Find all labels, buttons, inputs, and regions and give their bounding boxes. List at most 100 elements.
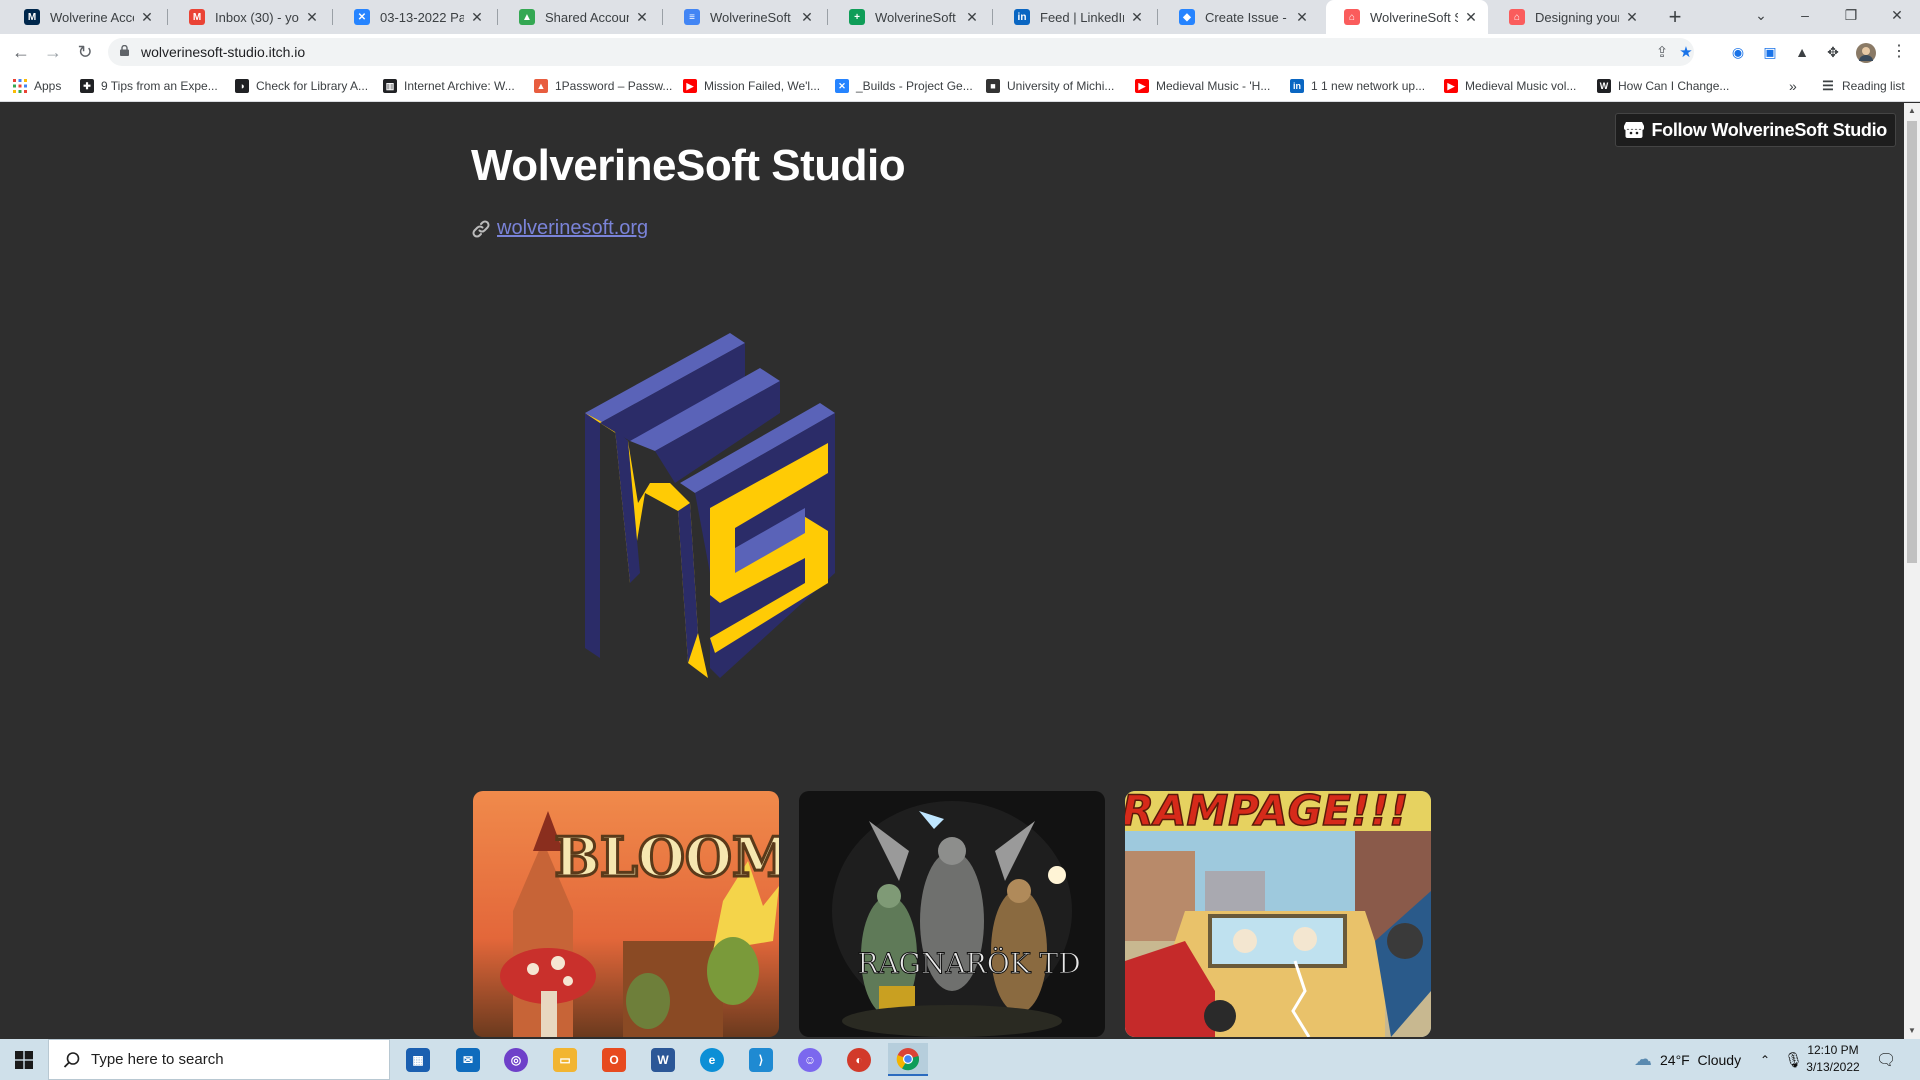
bookmark-item[interactable]: in 1 1 new network up... — [1290, 76, 1425, 96]
wolverinesoft-logo — [585, 333, 835, 678]
tab-close-icon[interactable]: ✕ — [1623, 9, 1641, 26]
weather-text: 24°F Cloudy — [1660, 1051, 1742, 1068]
maximize-button[interactable]: ❐ — [1828, 0, 1874, 30]
taskbar-vscode[interactable]: ⟩ — [741, 1043, 781, 1076]
bookmark-star-icon[interactable]: ★ — [1677, 44, 1695, 62]
page-scrollbar[interactable]: ▲ ▼ — [1904, 103, 1920, 1039]
bookmark-item[interactable]: ▶ Mission Failed, We'l... — [683, 76, 820, 96]
screenshot-extension-icon[interactable]: ▣ — [1761, 43, 1779, 61]
reload-button[interactable]: ↻ — [71, 38, 99, 66]
bookmark-item[interactable]: ✕ _Builds - Project Ge... — [835, 76, 973, 96]
taskbar-discord[interactable]: ☺ — [790, 1043, 830, 1076]
extension-icon[interactable]: ◉ — [1729, 43, 1747, 61]
reading-list-icon: ☰ — [1822, 78, 1834, 93]
scroll-down-arrow-icon[interactable]: ▼ — [1904, 1023, 1920, 1039]
clock-date: 3/13/2022 — [1806, 1060, 1860, 1074]
address-bar[interactable]: wolverinesoft-studio.itch.io ⇪ ★ — [108, 38, 1694, 66]
browser-tab[interactable]: ≡ WolverineSoft - En✕ — [666, 0, 824, 34]
bookmark-item[interactable]: ▶ Medieval Music vol... — [1444, 76, 1576, 96]
discord-icon: ☺ — [798, 1047, 822, 1072]
reading-list-button[interactable]: ☰ Reading list — [1821, 76, 1905, 96]
follow-studio-button[interactable]: Follow WolverineSoft Studio — [1615, 113, 1896, 147]
taskbar-chrome[interactable] — [888, 1043, 928, 1076]
extensions-puzzle-icon[interactable]: ✥ — [1824, 43, 1842, 61]
browser-tab[interactable]: + WolverineSoft Stud✕ — [831, 0, 989, 34]
tab-close-icon[interactable]: ✕ — [1128, 9, 1146, 26]
notifications-icon[interactable]: 🗨 — [1876, 1039, 1896, 1080]
taskbar-search-box[interactable]: Type here to search — [48, 1039, 390, 1080]
tab-close-icon[interactable]: ✕ — [633, 9, 651, 26]
tab-separator — [497, 9, 498, 25]
bookmark-item[interactable]: ◑ Check for Library A... — [235, 76, 368, 96]
browser-tab[interactable]: in Feed | LinkedIn ✕ — [996, 0, 1154, 34]
bookmark-favicon-icon: W — [1597, 79, 1611, 93]
forward-button[interactable]: → — [39, 38, 67, 66]
scroll-up-arrow-icon[interactable]: ▲ — [1904, 103, 1920, 119]
taskbar-office[interactable]: O — [594, 1043, 634, 1076]
game-card-ragnarok-td[interactable]: RAGNARÖK TD — [799, 791, 1105, 1037]
studio-title: WolverineSoft Studio — [471, 141, 906, 190]
bookmarks-overflow-button[interactable]: » — [1789, 76, 1797, 96]
browser-tab[interactable]: ⌂ Designing your pa✕ — [1491, 0, 1649, 34]
minimize-button[interactable]: – — [1782, 0, 1828, 30]
bookmark-item[interactable]: ▶ Medieval Music - 'H... — [1135, 76, 1270, 96]
browser-tab[interactable]: ▲ Shared Accounts -✕ — [501, 0, 659, 34]
browser-tab[interactable]: ✕03-13-2022 Paul Yo✕ — [336, 0, 494, 34]
taskbar-clock[interactable]: 12:10 PM 3/13/2022 — [1790, 1042, 1876, 1076]
bookmark-item[interactable]: ▲ 1Password – Passw... — [534, 76, 672, 96]
taskbar-github-desktop[interactable]: ◎ — [496, 1043, 536, 1076]
bookmark-label: How Can I Change... — [1618, 79, 1730, 93]
taskbar-perforce[interactable]: ◐ — [839, 1043, 879, 1076]
tab-title: WolverineSoft Stud — [875, 9, 959, 25]
scrollbar-thumb[interactable] — [1907, 121, 1917, 563]
back-button[interactable]: ← — [7, 38, 35, 66]
taskbar-file-explorer[interactable]: ▭ — [545, 1043, 585, 1076]
new-tab-button[interactable]: + — [1660, 2, 1690, 32]
game-card-bloom[interactable]: BLOOM — [473, 791, 779, 1037]
tab-close-icon[interactable]: ✕ — [798, 9, 816, 26]
rampage-cover-art: RAMPAGE!!! — [1125, 791, 1431, 1037]
browser-tab[interactable]: M Wolverine Access -✕ — [6, 0, 164, 34]
bookmark-label: University of Michi... — [1007, 79, 1115, 93]
bookmark-apps[interactable]: Apps — [13, 76, 61, 96]
tray-overflow-chevron-icon[interactable]: ⌃ — [1760, 1039, 1770, 1080]
bookmark-item[interactable]: ▥ Internet Archive: W... — [383, 76, 515, 96]
tab-close-icon[interactable]: ✕ — [138, 9, 156, 26]
bookmark-item[interactable]: W How Can I Change... — [1597, 76, 1729, 96]
browser-tab-strip: MWolverine Access -✕MInbox (30) - young✕… — [0, 0, 1920, 34]
browser-tab[interactable]: ⌂ WolverineSoft Stud✕ — [1326, 0, 1488, 34]
itch-studio-page: Follow WolverineSoft Studio WolverineSof… — [0, 103, 1904, 1039]
tab-close-icon[interactable]: ✕ — [1293, 9, 1311, 26]
tab-search-icon[interactable]: ⌄ — [1738, 0, 1784, 30]
weather-widget[interactable]: ☁ 24°F Cloudy — [1634, 1039, 1741, 1080]
store-icon: ▦ — [406, 1047, 430, 1072]
browser-tab[interactable]: ◆ Create Issue - Jira✕ — [1161, 0, 1319, 34]
share-icon[interactable]: ⇪ — [1653, 44, 1671, 62]
bookmark-item[interactable]: ■ University of Michi... — [986, 76, 1114, 96]
game-card-rampage[interactable]: RAMPAGE!!! — [1125, 791, 1431, 1037]
profile-avatar[interactable] — [1856, 43, 1876, 63]
bookmark-label: Internet Archive: W... — [404, 79, 515, 93]
bookmark-favicon-icon: ▲ — [534, 79, 548, 93]
taskbar-mail[interactable]: ✉ — [448, 1043, 488, 1076]
browser-tab[interactable]: M Inbox (30) - young✕ — [171, 0, 329, 34]
close-window-button[interactable]: ✕ — [1874, 0, 1920, 30]
menu-kebab-icon[interactable]: ⋮ — [1890, 43, 1908, 61]
tab-separator — [992, 9, 993, 25]
tab-close-icon[interactable]: ✕ — [468, 9, 486, 26]
windows-start-button[interactable] — [0, 1039, 48, 1080]
tab-favicon-icon: + — [849, 9, 865, 25]
bookmark-item[interactable]: ✚ 9 Tips from an Expe... — [80, 76, 218, 96]
taskbar-word[interactable]: W — [643, 1043, 683, 1076]
vpn-extension-icon[interactable]: ▲ — [1793, 43, 1811, 61]
tab-close-icon[interactable]: ✕ — [303, 9, 321, 26]
taskbar-microsoft-store[interactable]: ▦ — [398, 1043, 438, 1076]
perforce-icon: ◐ — [847, 1047, 871, 1072]
tab-favicon-icon: ◆ — [1179, 9, 1195, 25]
tab-close-icon[interactable]: ✕ — [1462, 9, 1480, 26]
taskbar-edge[interactable]: e — [692, 1043, 732, 1076]
studio-website-link[interactable]: wolverinesoft.org — [497, 217, 648, 240]
tab-close-icon[interactable]: ✕ — [963, 9, 981, 26]
tab-favicon-icon: M — [24, 9, 40, 25]
bookmark-label: _Builds - Project Ge... — [856, 79, 973, 93]
